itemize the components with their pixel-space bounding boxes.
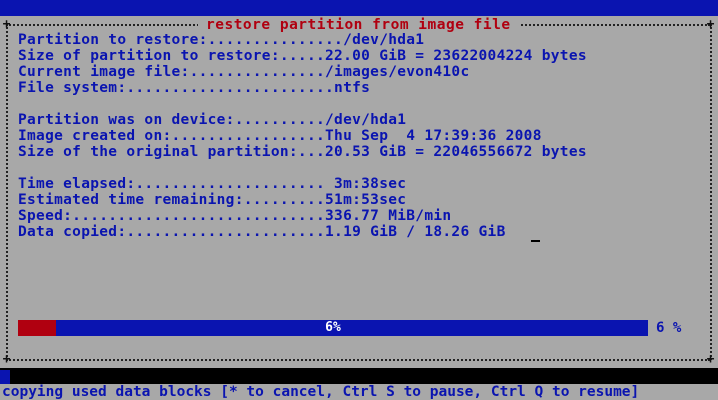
info-row: Size of the original partition:...20.53 …	[18, 144, 587, 160]
progress-percent-label: 6%	[325, 320, 341, 335]
info-row: Time elapsed:..................... 3m:38…	[18, 176, 407, 192]
info-row: Data copied:......................1.19 G…	[18, 224, 506, 240]
frame-corner: +	[2, 352, 11, 367]
progress-percent-right: 6 %	[656, 320, 682, 336]
top-band	[0, 0, 718, 16]
info-row: Current image file:.............../image…	[18, 64, 470, 80]
info-row: Size of partition to restore:.....22.00 …	[18, 48, 587, 64]
info-row: File system:.......................ntfs	[18, 80, 371, 96]
status-line: copying used data blocks [* to cancel, C…	[0, 384, 718, 400]
info-row: Estimated time remaining:.........51m:53…	[18, 192, 407, 208]
frame-corner: +	[706, 17, 715, 32]
frame-corner: +	[706, 352, 715, 367]
frame-corner: +	[2, 17, 11, 32]
frame-bottom	[6, 359, 710, 361]
text-cursor	[531, 240, 540, 242]
info-row: Speed:............................336.77…	[18, 208, 452, 224]
restore-dialog: + + + + restore partition from image fil…	[0, 16, 718, 368]
info-row: Partition was on device:........../dev/h…	[18, 112, 407, 128]
info-row: Partition to restore:.............../dev…	[18, 32, 425, 48]
terminal-screen: + + + + restore partition from image fil…	[0, 0, 718, 400]
progress-bar: 6%	[18, 320, 648, 336]
info-row: Image created on:.................Thu Se…	[18, 128, 542, 144]
bottom-band	[0, 370, 10, 384]
frame-left	[6, 24, 8, 360]
frame-right	[710, 24, 712, 360]
